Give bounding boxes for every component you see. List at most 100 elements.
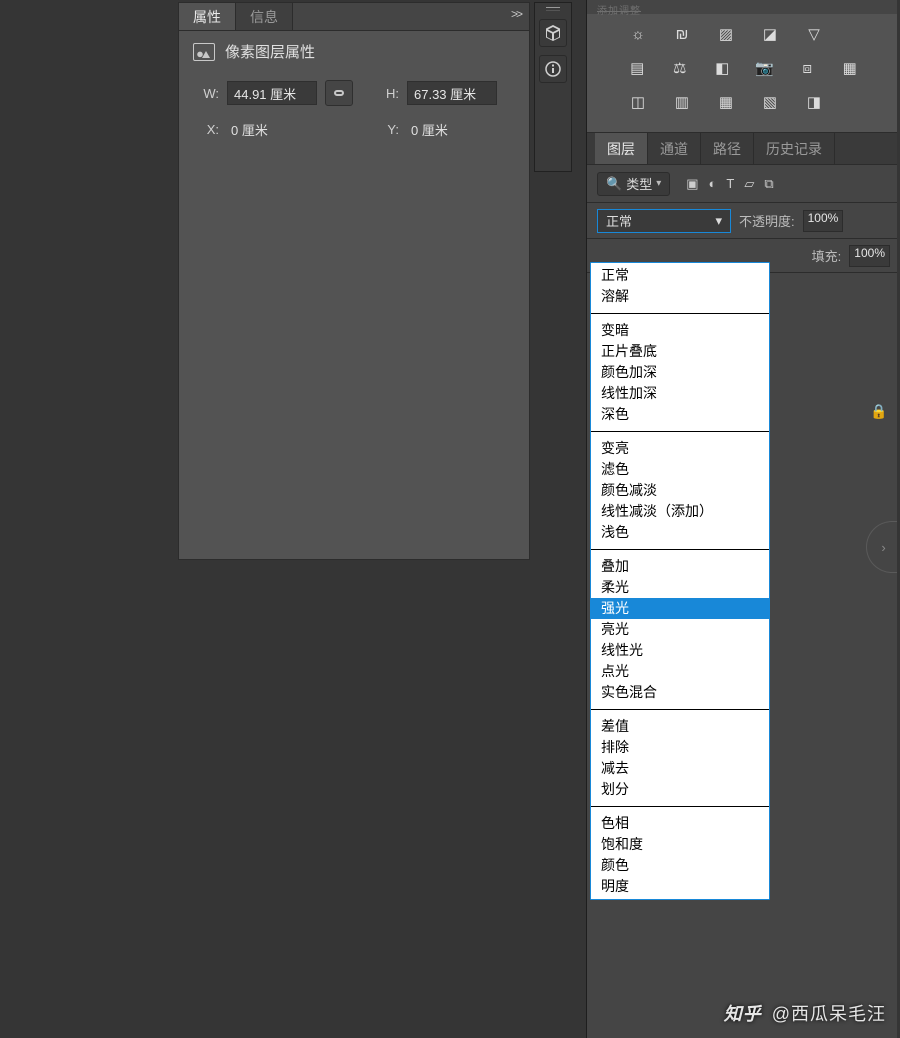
- tab-channels[interactable]: 通道: [648, 133, 701, 164]
- width-input[interactable]: [227, 81, 317, 105]
- y-label: Y:: [373, 122, 399, 137]
- blend-mode-item[interactable]: 色相: [591, 813, 769, 834]
- zhihu-logo-icon: 知乎: [724, 1000, 762, 1026]
- tab-layers[interactable]: 图层: [595, 133, 648, 164]
- blend-mode-item[interactable]: 点光: [591, 661, 769, 682]
- balance-icon[interactable]: ⚖: [670, 58, 691, 78]
- watermark: 知乎 @西瓜呆毛汪: [724, 1000, 886, 1026]
- threshold-icon[interactable]: ▦: [715, 92, 737, 112]
- fill-label: 填充:: [812, 246, 842, 265]
- filter-shape-icon[interactable]: ▱: [744, 176, 754, 192]
- properties-body: 像素图层属性 W: H: X: 0 厘米 Y: 0 厘米: [179, 31, 529, 149]
- properties-panel: 属性 信息 >> 像素图层属性 W: H: X: 0 厘米 Y: 0 厘米: [178, 2, 530, 560]
- menu-separator: [591, 431, 769, 432]
- lock-icon[interactable]: 🔒: [868, 403, 890, 420]
- levels-icon[interactable]: ₪: [671, 24, 693, 44]
- blend-mode-item[interactable]: 明度: [591, 876, 769, 897]
- blend-mode-item[interactable]: 强光: [591, 598, 769, 619]
- menu-separator: [591, 806, 769, 807]
- y-value: 0 厘米: [407, 120, 497, 139]
- layer-filter-row: 🔍 类型 ▾ ▣ ◐ T ▱ ⧉: [587, 165, 900, 203]
- menu-separator: [591, 549, 769, 550]
- blend-mode-menu[interactable]: 正常溶解变暗正片叠底颜色加深线性加深深色变亮滤色颜色减淡线性减淡（添加）浅色叠加…: [590, 262, 770, 900]
- dock-strip: [534, 2, 572, 172]
- chevron-down-icon: ▾: [656, 178, 661, 189]
- color-lookup-icon[interactable]: ▦: [840, 58, 861, 78]
- link-wh-button[interactable]: [325, 80, 353, 106]
- blend-mode-item[interactable]: 线性加深: [591, 383, 769, 404]
- properties-title-row: 像素图层属性: [193, 41, 515, 62]
- blend-mode-item[interactable]: 深色: [591, 404, 769, 425]
- blackwhite-icon[interactable]: ◧: [712, 58, 733, 78]
- invert-icon[interactable]: ◫: [627, 92, 649, 112]
- blend-mode-item[interactable]: 划分: [591, 779, 769, 800]
- properties-tabs: 属性 信息 >>: [179, 3, 529, 31]
- dock-3d-icon[interactable]: [539, 19, 567, 47]
- blend-mode-item[interactable]: 正片叠底: [591, 341, 769, 362]
- exposure-icon[interactable]: ◪: [759, 24, 781, 44]
- blend-mode-item[interactable]: 变暗: [591, 320, 769, 341]
- blend-mode-item[interactable]: 叠加: [591, 556, 769, 577]
- brightness-icon[interactable]: ☼: [627, 24, 649, 44]
- kind-dropdown[interactable]: 🔍 类型 ▾: [597, 172, 670, 196]
- posterize-icon[interactable]: ▥: [671, 92, 693, 112]
- blend-row: 正常 ▾ 不透明度: 100%: [587, 203, 900, 239]
- photo-filter-icon[interactable]: 📷: [755, 58, 776, 78]
- adjust-row-3: ◫ ▥ ▦ ▧ ◨: [627, 92, 860, 112]
- blend-mode-item[interactable]: 颜色: [591, 855, 769, 876]
- height-label: H:: [373, 86, 399, 101]
- adjust-row-1: ☼ ₪ ▨ ◪ ▽: [627, 24, 860, 44]
- blend-mode-item[interactable]: 滤色: [591, 459, 769, 480]
- panel-collapse-button[interactable]: >>: [511, 7, 521, 21]
- fill-value[interactable]: 100%: [849, 245, 890, 267]
- tab-paths[interactable]: 路径: [701, 133, 754, 164]
- blend-mode-item[interactable]: 变亮: [591, 438, 769, 459]
- blend-mode-item[interactable]: 实色混合: [591, 682, 769, 703]
- selective-color-icon[interactable]: ◨: [803, 92, 825, 112]
- blend-mode-item[interactable]: 柔光: [591, 577, 769, 598]
- info-icon: [544, 60, 562, 78]
- blend-mode-selected: 正常: [606, 211, 632, 230]
- tab-properties[interactable]: 属性: [179, 3, 236, 30]
- blend-mode-item[interactable]: 正常: [591, 265, 769, 286]
- blend-mode-item[interactable]: 线性减淡（添加）: [591, 501, 769, 522]
- blend-mode-item[interactable]: 差值: [591, 716, 769, 737]
- height-input[interactable]: [407, 81, 497, 105]
- blend-mode-item[interactable]: 颜色减淡: [591, 480, 769, 501]
- adjust-row-2: ▤ ⚖ ◧ 📷 ⧈ ▦: [627, 58, 860, 78]
- filter-pixel-icon[interactable]: ▣: [686, 176, 698, 192]
- gradient-map-icon[interactable]: ▧: [759, 92, 781, 112]
- curves-icon[interactable]: ▨: [715, 24, 737, 44]
- blend-mode-item[interactable]: 排除: [591, 737, 769, 758]
- properties-title: 像素图层属性: [225, 41, 315, 62]
- expand-handle[interactable]: ›: [866, 521, 900, 573]
- dock-grabber[interactable]: [546, 7, 560, 11]
- chevron-down-icon: ▾: [715, 213, 722, 229]
- opacity-value[interactable]: 100%: [803, 210, 844, 232]
- blend-mode-dropdown[interactable]: 正常 ▾: [597, 209, 731, 233]
- filter-adjust-icon[interactable]: ◐: [709, 176, 717, 192]
- blend-mode-item[interactable]: 饱和度: [591, 834, 769, 855]
- dock-info-icon[interactable]: [539, 55, 567, 83]
- opacity-label: 不透明度:: [739, 211, 795, 230]
- dimension-grid: W: H: X: 0 厘米 Y: 0 厘米: [193, 80, 515, 139]
- blend-mode-item[interactable]: 线性光: [591, 640, 769, 661]
- menu-separator: [591, 313, 769, 314]
- channel-mixer-icon[interactable]: ⧈: [797, 58, 818, 78]
- menu-separator: [591, 709, 769, 710]
- blend-mode-item[interactable]: 溶解: [591, 286, 769, 307]
- tab-info[interactable]: 信息: [236, 3, 293, 30]
- blend-mode-item[interactable]: 减去: [591, 758, 769, 779]
- vibrance-icon[interactable]: ▽: [803, 24, 825, 44]
- search-icon: 🔍: [606, 176, 622, 192]
- blend-mode-item[interactable]: 亮光: [591, 619, 769, 640]
- blend-mode-item[interactable]: 颜色加深: [591, 362, 769, 383]
- x-value: 0 厘米: [227, 120, 317, 139]
- width-label: W:: [193, 86, 219, 101]
- filter-text-icon[interactable]: T: [726, 176, 734, 192]
- adjustments-grid: ☼ ₪ ▨ ◪ ▽ ▤ ⚖ ◧ 📷 ⧈ ▦ ◫ ▥ ▦ ▧ ◨: [587, 14, 900, 133]
- blend-mode-item[interactable]: 浅色: [591, 522, 769, 543]
- hue-icon[interactable]: ▤: [627, 58, 648, 78]
- tab-history[interactable]: 历史记录: [754, 133, 835, 164]
- filter-smart-icon[interactable]: ⧉: [764, 176, 773, 192]
